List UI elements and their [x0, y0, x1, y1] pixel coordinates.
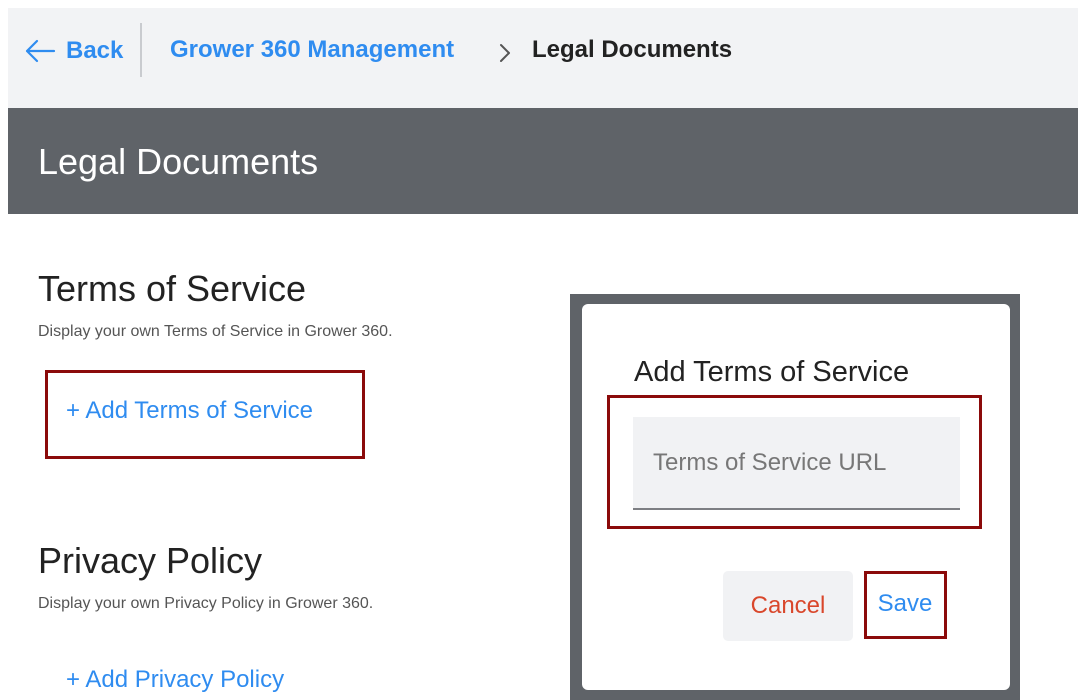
header-divider: [140, 23, 142, 77]
back-label: Back: [66, 37, 124, 64]
dialog-title: Add Terms of Service: [634, 356, 910, 388]
breadcrumb-current: Legal Documents: [532, 36, 733, 63]
cancel-button[interactable]: Cancel: [723, 571, 853, 641]
add-privacy-link[interactable]: + Add Privacy Policy: [66, 666, 284, 694]
breadcrumb-parent-link[interactable]: Grower 360 Management: [170, 36, 454, 64]
privacy-section-title: Privacy Policy: [38, 540, 263, 581]
back-button[interactable]: Back: [24, 33, 123, 69]
terms-section-title: Terms of Service: [38, 268, 307, 309]
terms-url-input[interactable]: [633, 417, 960, 510]
arrow-left-icon: [25, 39, 56, 63]
page-title: Legal Documents: [38, 141, 319, 182]
terms-section-description: Display your own Terms of Service in Gro…: [38, 323, 393, 340]
privacy-section-description: Display your own Privacy Policy in Growe…: [38, 595, 374, 612]
save-button[interactable]: Save: [866, 571, 944, 637]
add-terms-link[interactable]: + Add Terms of Service: [66, 397, 313, 425]
page-title-bar: Legal Documents: [8, 108, 1078, 214]
chevron-right-icon: [500, 44, 510, 62]
